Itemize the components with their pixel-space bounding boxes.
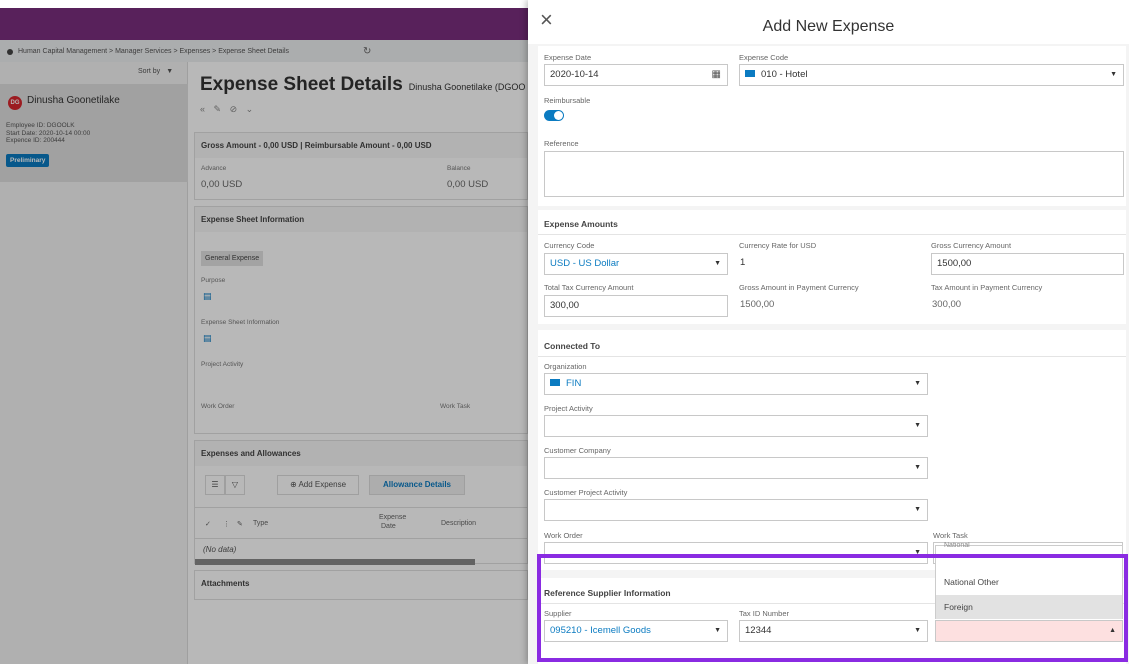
project-activity-select[interactable]: ▼	[544, 415, 928, 437]
customer-company-label: Customer Company	[544, 446, 611, 455]
expense-code-label: Expense Code	[739, 53, 789, 62]
reference-textarea[interactable]	[544, 151, 1124, 197]
customer-project-select[interactable]: ▼	[544, 499, 928, 521]
chevron-down-icon: ▼	[914, 464, 921, 471]
record-icon	[550, 378, 560, 386]
tax-payment-label: Tax Amount in Payment Currency	[931, 283, 1043, 292]
expense-amounts-card: Expense Amounts Currency Code USD - US D…	[538, 210, 1126, 324]
total-tax-input[interactable]: 300,00	[544, 295, 728, 317]
organization-select[interactable]: FIN ▼	[544, 373, 928, 395]
modal-overlay[interactable]	[0, 8, 528, 664]
divider	[538, 234, 1126, 235]
currency-code-select[interactable]: USD - US Dollar ▼	[544, 253, 728, 275]
currency-rate-label: Currency Rate for USD	[739, 241, 817, 250]
toggle-knob	[554, 111, 563, 120]
reference-label: Reference	[544, 139, 579, 148]
customer-company-select[interactable]: ▼	[544, 457, 928, 479]
dialog-title: Add New Expense	[762, 18, 895, 35]
gross-currency-input[interactable]: 1500,00	[931, 253, 1124, 275]
tax-payment-value: 300,00	[932, 299, 962, 310]
reimbursable-toggle[interactable]	[544, 110, 564, 121]
expense-code-select[interactable]: 010 - Hotel ▼	[739, 64, 1124, 86]
gross-currency-label: Gross Currency Amount	[931, 241, 1012, 250]
currency-code-label: Currency Code	[544, 241, 595, 250]
connected-header: Connected To	[544, 341, 601, 351]
expense-date-field[interactable]: 2020-10-14 ▦	[544, 64, 728, 86]
organization-label: Organization	[544, 362, 587, 371]
chevron-down-icon: ▼	[714, 260, 721, 267]
currency-rate-value: 1	[740, 257, 746, 268]
dialog-header: × Add New Expense	[528, 0, 1129, 44]
chevron-down-icon: ▼	[914, 506, 921, 513]
chevron-down-icon: ▼	[914, 380, 921, 387]
chevron-down-icon: ▼	[914, 422, 921, 429]
calendar-icon[interactable]: ▦	[712, 65, 721, 85]
organization-value: FIN	[566, 378, 582, 389]
divider	[538, 356, 1126, 357]
reimbursable-label: Reimbursable	[544, 96, 591, 105]
connected-to-card: Connected To Organization FIN ▼ Project …	[538, 330, 1126, 570]
background-page: Human Capital Management > Manager Servi…	[0, 0, 528, 664]
project-activity-label: Project Activity	[544, 404, 593, 413]
work-order-label: Work Order	[544, 531, 583, 540]
total-tax-label: Total Tax Currency Amount	[544, 283, 634, 292]
highlight-annotation	[537, 554, 1128, 662]
customer-project-label: Customer Project Activity	[544, 488, 628, 497]
expense-code-value: 010 - Hotel	[761, 69, 808, 80]
currency-code-value: USD - US Dollar	[550, 258, 620, 269]
general-card: Expense Date 2020-10-14 ▦ Expense Code 0…	[538, 46, 1126, 206]
gross-payment-label: Gross Amount in Payment Currency	[739, 283, 859, 292]
gross-payment-value: 1500,00	[740, 299, 775, 310]
amounts-header: Expense Amounts	[544, 219, 618, 229]
work-task-label: Work Task	[933, 531, 968, 540]
top-strip	[0, 0, 528, 8]
expense-date-label: Expense Date	[544, 53, 592, 62]
chevron-down-icon: ▼	[1110, 71, 1117, 78]
dropdown-option[interactable]: National	[936, 542, 1122, 554]
expense-date-value: 2020-10-14	[550, 69, 599, 80]
record-icon	[745, 69, 755, 77]
